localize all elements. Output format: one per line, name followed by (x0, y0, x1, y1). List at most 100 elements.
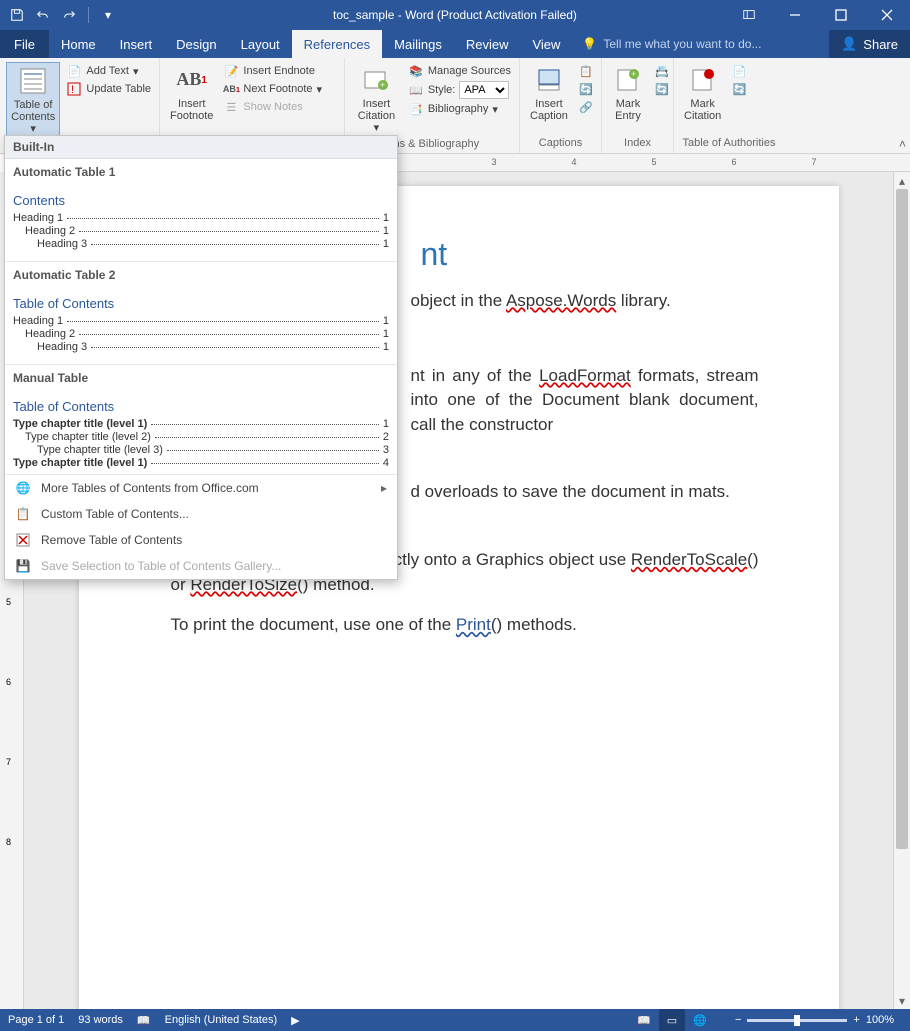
qat-customize-icon[interactable]: ▾ (97, 4, 119, 26)
save-toc-menu: 💾 Save Selection to Table of Contents Ga… (5, 553, 397, 579)
tell-me-search[interactable]: 💡 Tell me what you want to do... (572, 30, 829, 58)
language-indicator[interactable]: English (United States) (165, 1014, 278, 1026)
save-gallery-icon: 💾 (15, 558, 31, 574)
heading-1[interactable]: nt (421, 236, 759, 273)
toc-entry: Type chapter title (level 3)3 (13, 444, 389, 456)
chevron-right-icon: ▸ (381, 481, 387, 495)
more-toc-menu[interactable]: 🌐 More Tables of Contents from Office.co… (5, 475, 397, 501)
toc-entry: Type chapter title (level 2)2 (13, 431, 389, 443)
scroll-thumb[interactable] (896, 189, 908, 849)
custom-toc-icon: 📋 (15, 506, 31, 522)
toc-entry: Type chapter title (level 1)4 (13, 457, 389, 469)
print-layout-icon[interactable]: ▭ (659, 1009, 685, 1031)
toc-builtin-header: Built-In (5, 136, 397, 159)
style-selector[interactable]: 📖Style: APA (406, 80, 513, 100)
custom-toc-menu[interactable]: 📋 Custom Table of Contents... (5, 501, 397, 527)
collapse-ribbon-icon[interactable]: ˄ (899, 137, 906, 151)
status-bar: Page 1 of 1 93 words 📖 English (United S… (0, 1009, 910, 1031)
tab-layout[interactable]: Layout (229, 30, 292, 58)
update-tof-button: 🔄 (576, 80, 596, 98)
next-footnote-icon: AB1 (223, 81, 239, 97)
maximize-button[interactable] (818, 0, 864, 30)
mark-entry-button[interactable]: + MarkEntry (608, 62, 648, 124)
remove-icon (15, 532, 31, 548)
footnote-icon: AB1 (176, 64, 208, 96)
para-5[interactable]: To print the document, use one of the Pr… (171, 613, 759, 638)
web-layout-icon[interactable]: 🌐 (687, 1009, 713, 1031)
insert-footnote-button[interactable]: AB1 InsertFootnote (166, 62, 217, 124)
para-1[interactable]: object in the Aspose.Words library. (411, 289, 759, 314)
crossref-icon: 🔗 (578, 99, 594, 115)
insert-index-button[interactable]: 📇 (652, 62, 672, 80)
insert-endnote-button[interactable]: 📝Insert Endnote (221, 62, 324, 80)
tab-mailings[interactable]: Mailings (382, 30, 454, 58)
title-bar: ▾ toc_sample - Word (Product Activation … (0, 0, 910, 30)
para-3[interactable]: d overloads to save the document in mats… (411, 480, 759, 505)
toc-entry: Heading 31 (13, 238, 389, 250)
mark-citation-icon (687, 64, 719, 96)
show-notes-icon: ☰ (223, 99, 239, 115)
redo-icon[interactable] (58, 4, 80, 26)
group-captions: InsertCaption 📋 🔄 🔗 Captions (520, 58, 602, 153)
toc-option-manual[interactable]: Manual Table Table of Contents Type chap… (5, 365, 397, 475)
page-indicator[interactable]: Page 1 of 1 (8, 1014, 64, 1026)
toc-icon (17, 65, 49, 97)
zoom-out-icon[interactable]: − (735, 1014, 741, 1026)
style-combo[interactable]: APA (459, 81, 509, 99)
update-icon: ! (66, 81, 82, 97)
tab-references[interactable]: References (292, 30, 382, 58)
mark-citation-button[interactable]: MarkCitation (680, 62, 725, 124)
ribbon-display-options-icon[interactable] (726, 0, 772, 30)
toc-option-auto2[interactable]: Automatic Table 2 Table of Contents Head… (5, 262, 397, 365)
remove-toc-menu[interactable]: Remove Table of Contents (5, 527, 397, 553)
update-toa-button: 🔄 (729, 80, 749, 98)
style-icon: 📖 (408, 82, 424, 98)
insert-caption-button[interactable]: InsertCaption (526, 62, 572, 124)
undo-icon[interactable] (32, 4, 54, 26)
caption-icon (533, 64, 565, 96)
update-tof-icon: 🔄 (578, 81, 594, 97)
insert-citation-button[interactable]: + InsertCitation ▾ (351, 62, 402, 136)
tab-design[interactable]: Design (164, 30, 228, 58)
toc-entry: Heading 21 (13, 328, 389, 340)
add-text-button[interactable]: 📄Add Text ▾ (64, 62, 153, 80)
para-2[interactable]: nt in any of the LoadFormat formats, str… (411, 364, 759, 438)
cross-reference-button[interactable]: 🔗 (576, 98, 596, 116)
save-icon[interactable] (6, 4, 28, 26)
tab-home[interactable]: Home (49, 30, 108, 58)
share-button[interactable]: 👤 Share (829, 30, 910, 58)
endnote-icon: 📝 (223, 63, 239, 79)
zoom-level[interactable]: 100% (866, 1014, 894, 1026)
close-button[interactable] (864, 0, 910, 30)
tab-file[interactable]: File (0, 30, 49, 58)
bibliography-button[interactable]: 📑Bibliography ▾ (406, 100, 513, 118)
share-icon: 👤 (841, 36, 857, 52)
scroll-up-icon[interactable]: ▴ (894, 172, 910, 189)
group-authorities: MarkCitation 📄 🔄 Table of Authorities (674, 58, 784, 153)
insert-toa-button[interactable]: 📄 (729, 62, 749, 80)
toc-entry: Heading 11 (13, 315, 389, 327)
manage-sources-button[interactable]: 📚Manage Sources (406, 62, 513, 80)
lightbulb-icon: 💡 (582, 37, 597, 51)
zoom-in-icon[interactable]: + (853, 1014, 859, 1026)
manage-sources-icon: 📚 (408, 63, 424, 79)
scroll-down-icon[interactable]: ▾ (894, 992, 910, 1009)
toc-option-auto1[interactable]: Automatic Table 1 Contents Heading 11Hea… (5, 159, 397, 262)
vertical-scrollbar[interactable]: ▴ ▾ (893, 172, 910, 1009)
tab-view[interactable]: View (520, 30, 572, 58)
minimize-button[interactable] (772, 0, 818, 30)
word-count[interactable]: 93 words (78, 1014, 123, 1026)
tab-insert[interactable]: Insert (108, 30, 165, 58)
next-footnote-button[interactable]: AB1Next Footnote ▾ (221, 80, 324, 98)
tab-review[interactable]: Review (454, 30, 521, 58)
read-mode-icon[interactable]: 📖 (631, 1009, 657, 1031)
bibliography-icon: 📑 (408, 101, 424, 117)
zoom-slider[interactable] (747, 1019, 847, 1022)
office-icon: 🌐 (15, 480, 31, 496)
update-table-button[interactable]: !Update Table (64, 80, 153, 98)
insert-table-of-figures-button[interactable]: 📋 (576, 62, 596, 80)
proofing-icon[interactable]: 📖 (137, 1014, 151, 1027)
table-of-contents-button[interactable]: Table ofContents ▾ (6, 62, 60, 138)
ribbon-tabs: File Home Insert Design Layout Reference… (0, 30, 910, 58)
macro-icon[interactable]: ▶ (291, 1014, 299, 1027)
